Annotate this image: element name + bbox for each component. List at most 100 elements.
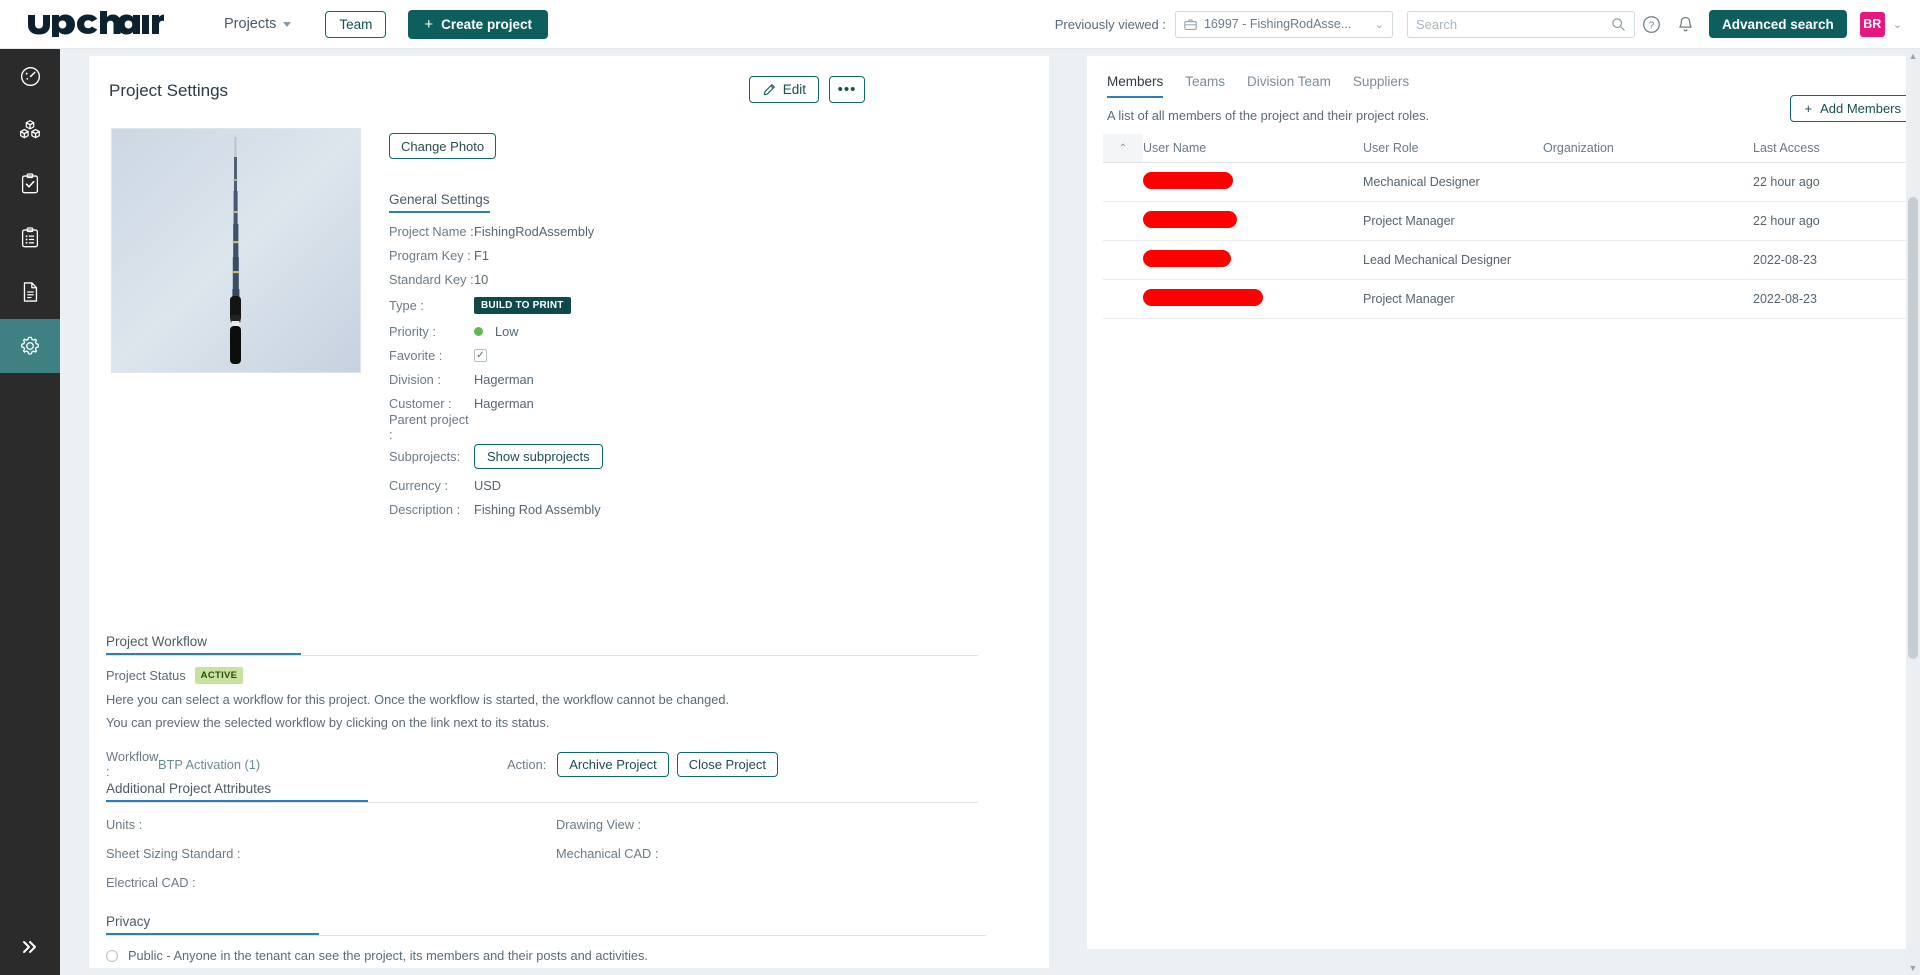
project-workflow-heading: Project Workflow (106, 634, 301, 655)
attr-empty (556, 875, 1006, 890)
advanced-search-button[interactable]: Advanced search (1709, 10, 1847, 38)
table-row[interactable]: Lead Mechanical Designer 2022-08-23 (1103, 241, 1920, 280)
column-organization[interactable]: Organization (1543, 134, 1753, 163)
attr-sheet-sizing-standard: Sheet Sizing Standard : (106, 846, 556, 861)
cell-user-name (1143, 280, 1363, 319)
additional-attributes-section: Additional Project Attributes Units : Dr… (106, 780, 986, 890)
priority-dot-icon (474, 327, 483, 336)
sidebar-item-documents[interactable] (0, 265, 60, 319)
cell-organization (1543, 241, 1753, 280)
members-panel: Members Teams Division Team Suppliers A … (1087, 56, 1920, 949)
column-user-role[interactable]: User Role (1363, 134, 1543, 163)
row-spacer (1103, 202, 1143, 241)
column-sort-indicator[interactable]: ⌃ (1103, 134, 1143, 163)
team-button[interactable]: Team (325, 11, 386, 38)
privacy-option-public[interactable]: Public - Anyone in the tenant can see th… (106, 948, 996, 963)
field-label: Parent project : (389, 412, 474, 442)
field-label: Currency : (389, 478, 474, 493)
edit-button[interactable]: Edit (749, 76, 819, 103)
project-status-line: Project Status ACTIVE (106, 667, 978, 684)
members-table: ⌃ User Name User Role Organization Last … (1103, 134, 1920, 319)
tab-division-team[interactable]: Division Team (1247, 74, 1331, 98)
cell-user-role: Project Manager (1363, 202, 1543, 241)
archive-project-button[interactable]: Archive Project (557, 752, 668, 777)
attr-units: Units : (106, 817, 556, 832)
plus-icon: + (424, 17, 433, 32)
help-button[interactable]: ? (1635, 7, 1669, 41)
scroll-up-arrow-icon[interactable]: ▲ (1906, 49, 1920, 63)
show-subprojects-button[interactable]: Show subprojects (474, 444, 603, 469)
chevron-down-icon: ⌄ (1375, 18, 1384, 31)
cell-user-role: Lead Mechanical Designer (1363, 241, 1543, 280)
field-customer: Customer : Hagerman (389, 393, 989, 413)
general-settings-fields: Project Name : FishingRodAssembly Progra… (389, 221, 989, 519)
row-spacer (1103, 241, 1143, 280)
more-actions-button[interactable]: ••• (829, 76, 865, 103)
field-division: Division : Hagerman (389, 369, 989, 389)
tab-members[interactable]: Members (1107, 74, 1163, 98)
add-members-button[interactable]: + Add Members (1790, 95, 1915, 122)
nav-projects[interactable]: Projects (224, 16, 291, 32)
cell-organization (1543, 163, 1753, 202)
field-value: 10 (474, 272, 488, 287)
page-scrollbar[interactable]: ▲ ▼ (1906, 49, 1920, 975)
create-project-button[interactable]: + Create project (408, 10, 548, 39)
scrollbar-thumb[interactable] (1908, 197, 1918, 659)
field-subprojects: Subprojects: Show subprojects (389, 441, 989, 471)
search-icon[interactable] (1611, 17, 1626, 32)
notifications-button[interactable] (1669, 7, 1703, 41)
main-content-area: Project Settings Edit ••• (60, 49, 1908, 975)
fishing-rod-image (112, 129, 360, 372)
briefcase-icon (1184, 18, 1197, 31)
top-right-controls: Previously viewed : 16997 - FishingRodAs… (1055, 7, 1920, 41)
table-row[interactable]: Project Manager 22 hour ago (1103, 202, 1920, 241)
tab-teams[interactable]: Teams (1185, 74, 1225, 98)
workflow-link[interactable]: BTP Activation (1) (158, 757, 260, 772)
user-menu-chevron-down-icon[interactable]: ⌄ (1893, 18, 1902, 31)
field-standard-key: Standard Key : 10 (389, 269, 989, 289)
workflow-label: Workflow : (106, 749, 158, 779)
field-label: Project Name : (389, 224, 474, 239)
previously-viewed-select[interactable]: 16997 - FishingRodAsse... ⌄ (1175, 11, 1393, 38)
type-badge: BUILD TO PRINT (474, 297, 571, 314)
field-priority: Priority : Low (389, 321, 989, 341)
sidebar-item-items[interactable] (0, 103, 60, 157)
sidebar-item-tasks[interactable] (0, 157, 60, 211)
field-value: USD (474, 478, 501, 493)
cell-last-access: 2022-08-23 (1753, 241, 1920, 280)
column-user-name[interactable]: User Name (1143, 134, 1363, 163)
general-settings-heading: General Settings (389, 192, 490, 213)
redaction-bar (1143, 289, 1263, 306)
field-label: Description : (389, 502, 474, 517)
favorite-checkbox[interactable]: ✓ (474, 349, 487, 362)
page-header-actions: Edit ••• (749, 76, 865, 103)
scroll-down-arrow-icon[interactable]: ▼ (1906, 961, 1920, 975)
sidebar-expand-button[interactable] (0, 919, 60, 975)
attr-mechanical-cad: Mechanical CAD : (556, 846, 1006, 861)
search-box[interactable] (1407, 11, 1635, 38)
general-settings-section: General Settings Project Name : FishingR… (389, 191, 989, 519)
search-input[interactable] (1416, 17, 1611, 32)
previously-viewed-value: 16997 - FishingRodAsse... (1204, 17, 1368, 31)
table-row[interactable]: Project Manager 2022-08-23 (1103, 280, 1920, 319)
cell-user-name (1143, 241, 1363, 280)
sidebar-item-dashboard[interactable] (0, 49, 60, 103)
left-navigation-rail (0, 49, 60, 975)
column-last-access[interactable]: Last Access (1753, 134, 1920, 163)
field-value: Hagerman (474, 372, 534, 387)
close-project-button[interactable]: Close Project (677, 752, 778, 777)
sidebar-item-changes[interactable] (0, 211, 60, 265)
gauge-icon (18, 64, 43, 89)
radio-public[interactable] (106, 950, 118, 962)
cell-last-access: 22 hour ago (1753, 163, 1920, 202)
change-photo-button[interactable]: Change Photo (389, 133, 496, 159)
upchain-logo[interactable] (26, 9, 166, 39)
user-avatar[interactable]: BR (1860, 12, 1885, 37)
sidebar-item-settings[interactable] (0, 319, 60, 373)
action-label: Action: (507, 757, 546, 772)
clipboard-list-icon (18, 226, 42, 250)
tab-suppliers[interactable]: Suppliers (1353, 74, 1409, 98)
field-label: Division : (389, 372, 474, 387)
table-row[interactable]: Mechanical Designer 22 hour ago (1103, 163, 1920, 202)
project-workflow-section: Project Workflow Project Status ACTIVE H… (106, 633, 978, 779)
